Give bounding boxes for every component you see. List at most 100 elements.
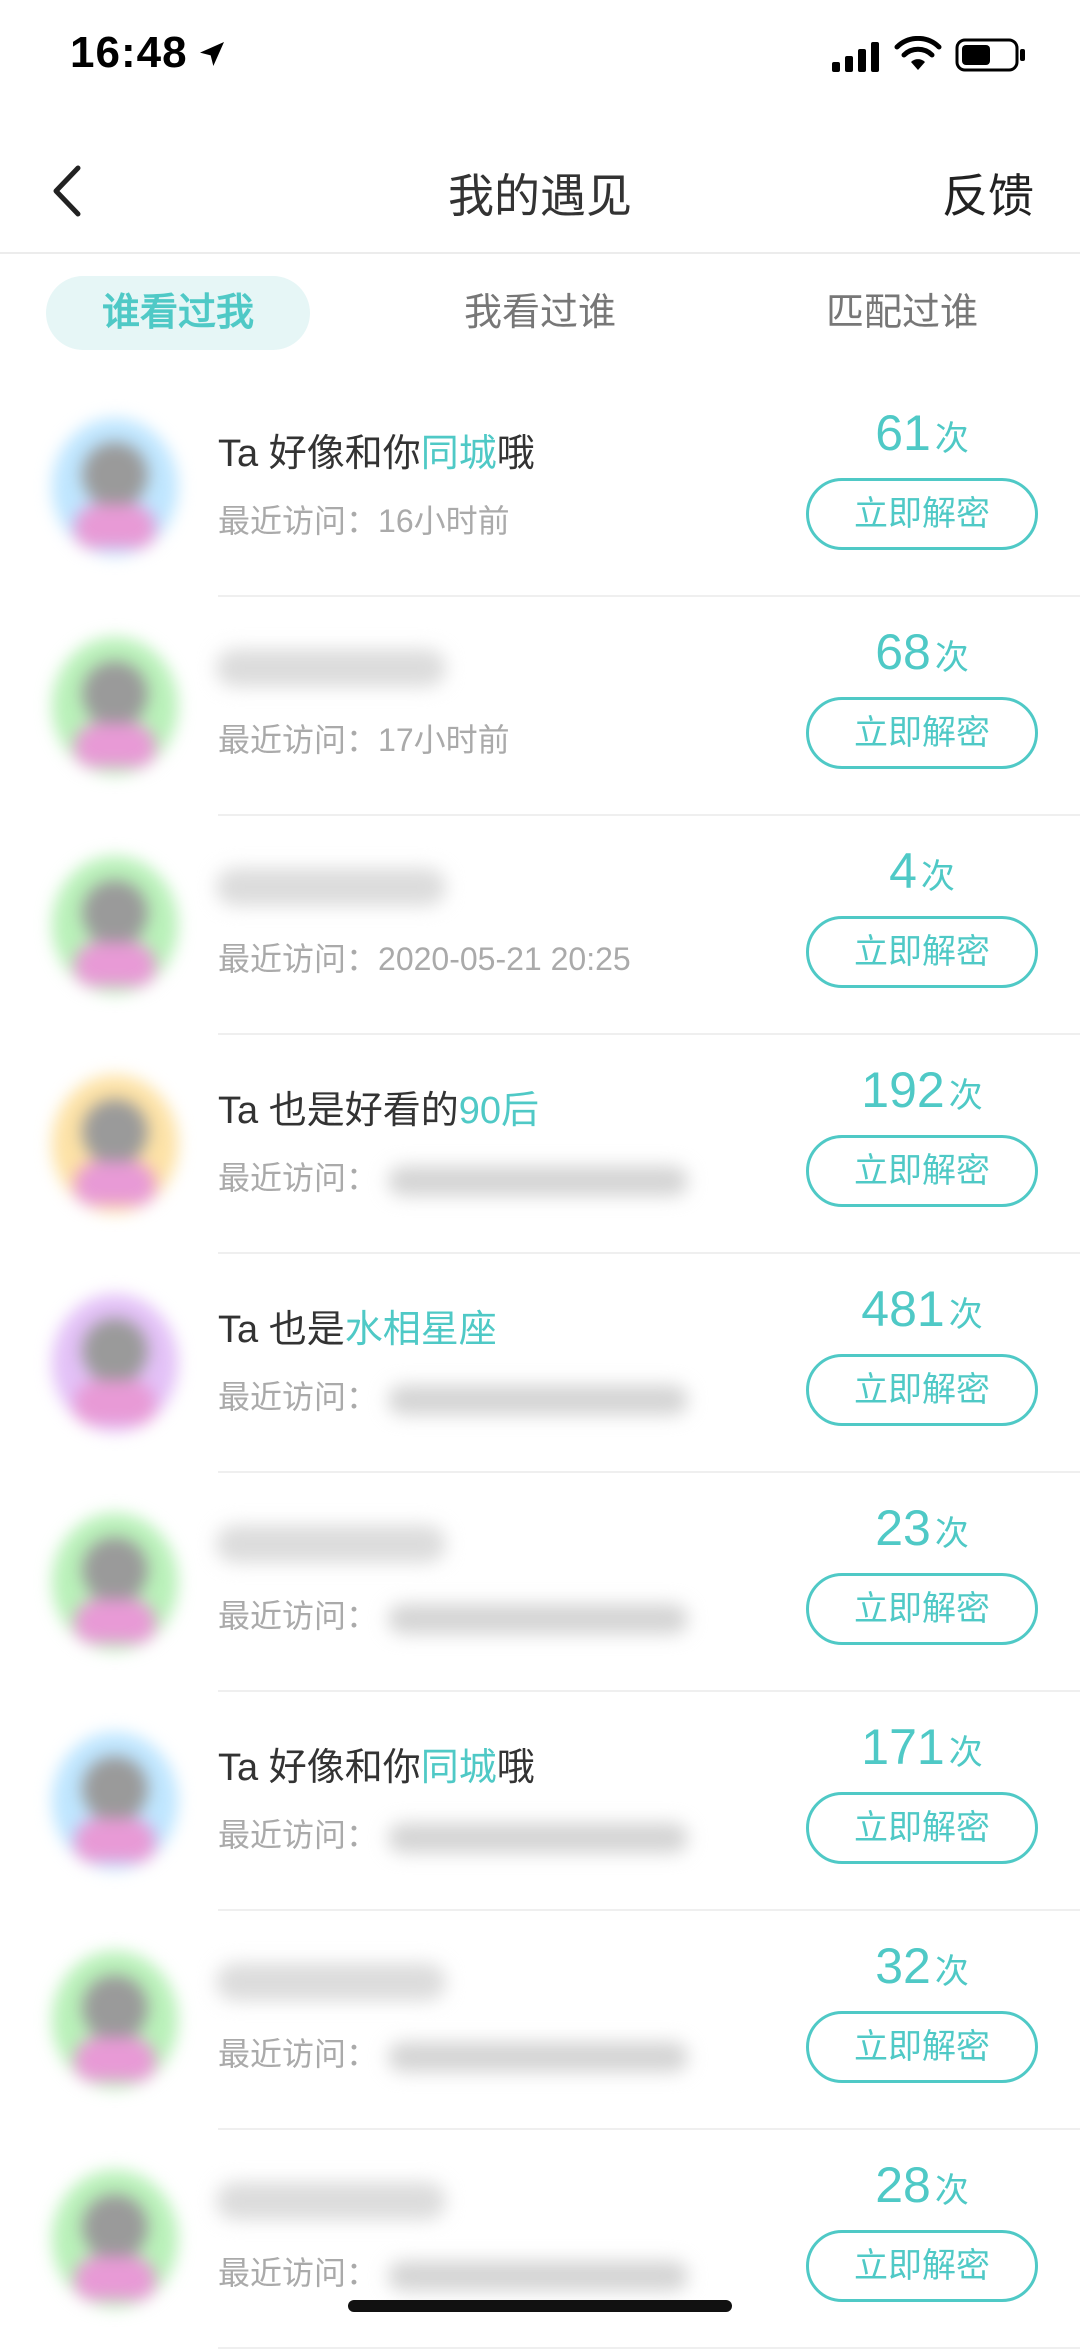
visit-count-number: 32 bbox=[875, 1938, 931, 1994]
nav-bar: 我的遇见 反馈 bbox=[0, 130, 1080, 254]
visit-count: 32 次 bbox=[806, 1937, 1038, 1995]
feedback-button[interactable]: 反馈 bbox=[942, 160, 1034, 226]
blurred-visit-time bbox=[388, 1603, 689, 1634]
visit-count-unit: 次 bbox=[934, 639, 969, 677]
hint-text: Ta 好像和你 bbox=[218, 433, 421, 475]
last-visit: 最近访问： bbox=[218, 1372, 689, 1418]
visitor-list: Ta 好像和你同城哦 最近访问：16小时前 61 次立即解密 最近访问：17小时前 68 次… bbox=[0, 378, 1080, 2349]
unlock-button[interactable]: 立即解密 bbox=[806, 697, 1038, 769]
unlock-button[interactable]: 立即解密 bbox=[806, 2230, 1038, 2302]
hint-text: Ta 也是 bbox=[218, 1309, 345, 1351]
list-item[interactable]: Ta 也是水相星座最近访问： 481 次立即解密 bbox=[0, 1254, 1080, 1473]
last-visit: 最近访问：16小时前 bbox=[218, 496, 510, 542]
blurred-visit-time bbox=[388, 1165, 689, 1196]
blurred-name bbox=[216, 1963, 446, 2001]
last-visit-label: 最近访问： bbox=[218, 2255, 379, 2291]
visit-count-number: 171 bbox=[861, 1719, 945, 1775]
visit-count-unit: 次 bbox=[934, 420, 969, 458]
avatar[interactable] bbox=[52, 1075, 178, 1213]
visit-count-unit: 次 bbox=[934, 1953, 969, 1991]
visit-count-number: 4 bbox=[889, 843, 917, 899]
visit-count: 171 次 bbox=[806, 1718, 1038, 1776]
last-visit: 最近访问： bbox=[218, 2248, 689, 2294]
last-visit: 最近访问： bbox=[218, 2029, 689, 2075]
avatar[interactable] bbox=[52, 2170, 178, 2308]
visit-count-unit: 次 bbox=[934, 2172, 969, 2210]
avatar[interactable] bbox=[52, 418, 178, 556]
last-visit-label: 最近访问： bbox=[218, 2036, 379, 2072]
last-visit-label: 最近访问： bbox=[218, 1817, 379, 1853]
tab-who-matched[interactable]: 匹配过谁 bbox=[770, 276, 1034, 350]
visit-count: 23 次 bbox=[806, 1499, 1038, 1557]
blurred-name bbox=[216, 649, 446, 687]
last-visit-label: 最近访问： bbox=[218, 1379, 379, 1415]
page-title: 我的遇见 bbox=[448, 170, 632, 222]
avatar[interactable] bbox=[52, 1294, 178, 1432]
tab-who-i-viewed[interactable]: 我看过谁 bbox=[408, 276, 672, 350]
visit-count-number: 192 bbox=[861, 1062, 945, 1118]
visit-count-unit: 次 bbox=[948, 1296, 983, 1334]
unlock-button[interactable]: 立即解密 bbox=[806, 2011, 1038, 2083]
blurred-visit-time bbox=[388, 1822, 689, 1853]
home-indicator[interactable] bbox=[348, 2300, 732, 2312]
list-item[interactable]: Ta 也是好看的90后最近访问： 192 次立即解密 bbox=[0, 1035, 1080, 1254]
visit-count: 481 次 bbox=[806, 1280, 1038, 1338]
last-visit: 最近访问： bbox=[218, 1810, 689, 1856]
last-visit-time: 16小时前 bbox=[378, 503, 510, 539]
avatar[interactable] bbox=[52, 1513, 178, 1651]
list-item[interactable]: 最近访问： 23 次立即解密 bbox=[0, 1473, 1080, 1692]
cellular-signal-icon bbox=[832, 42, 879, 72]
visitor-hint: Ta 好像和你同城哦 bbox=[218, 1736, 535, 1791]
visit-count-number: 481 bbox=[861, 1281, 945, 1337]
unlock-button[interactable]: 立即解密 bbox=[806, 916, 1038, 988]
last-visit-label: 最近访问： bbox=[218, 503, 379, 539]
list-item[interactable]: 最近访问： 32 次立即解密 bbox=[0, 1911, 1080, 2130]
visitor-hint: Ta 好像和你同城哦 bbox=[218, 422, 535, 477]
hint-highlight: 同城 bbox=[420, 433, 497, 475]
blurred-name bbox=[216, 1525, 446, 1563]
visit-count: 28 次 bbox=[806, 2156, 1038, 2214]
blurred-visit-time bbox=[388, 1384, 689, 1415]
list-item[interactable]: 最近访问： 28 次立即解密 bbox=[0, 2130, 1080, 2349]
list-item[interactable]: Ta 好像和你同城哦 最近访问：16小时前 61 次立即解密 bbox=[0, 378, 1080, 597]
visitor-hint: Ta 也是好看的90后 bbox=[218, 1079, 539, 1134]
visit-count-unit: 次 bbox=[920, 858, 955, 896]
last-visit-time: 2020-05-21 20:25 bbox=[378, 941, 631, 977]
hint-text: Ta 也是好看的 bbox=[218, 1090, 459, 1132]
last-visit: 最近访问：17小时前 bbox=[218, 715, 510, 761]
avatar[interactable] bbox=[52, 637, 178, 775]
list-item[interactable]: Ta 好像和你同城哦最近访问： 171 次立即解密 bbox=[0, 1692, 1080, 1911]
unlock-button[interactable]: 立即解密 bbox=[806, 1573, 1038, 1645]
avatar[interactable] bbox=[52, 1951, 178, 2089]
list-item[interactable]: 最近访问：2020-05-21 20:25 4 次立即解密 bbox=[0, 816, 1080, 1035]
tab-who-viewed-me[interactable]: 谁看过我 bbox=[46, 276, 310, 350]
last-visit: 最近访问：2020-05-21 20:25 bbox=[218, 934, 631, 980]
hint-highlight: 同城 bbox=[420, 1747, 497, 1789]
unlock-button[interactable]: 立即解密 bbox=[806, 1792, 1038, 1864]
visit-count-unit: 次 bbox=[948, 1734, 983, 1772]
avatar[interactable] bbox=[52, 856, 178, 994]
blurred-name bbox=[216, 868, 446, 906]
visit-count: 192 次 bbox=[806, 1061, 1038, 1119]
unlock-button[interactable]: 立即解密 bbox=[806, 1354, 1038, 1426]
visitor-hint: Ta 也是水相星座 bbox=[218, 1298, 497, 1353]
visit-count: 4次 bbox=[806, 842, 1038, 900]
hint-text: Ta 好像和你 bbox=[218, 1747, 421, 1789]
last-visit-label: 最近访问： bbox=[218, 722, 379, 758]
tab-bar: 谁看过我 我看过谁 匹配过谁 bbox=[0, 256, 1080, 376]
blurred-name bbox=[216, 2182, 446, 2220]
list-item[interactable]: 最近访问：17小时前 68 次立即解密 bbox=[0, 597, 1080, 816]
avatar[interactable] bbox=[52, 1732, 178, 1870]
hint-highlight: 90后 bbox=[458, 1090, 539, 1132]
visit-count-unit: 次 bbox=[948, 1077, 983, 1115]
wifi-icon bbox=[894, 36, 942, 70]
unlock-button[interactable]: 立即解密 bbox=[806, 1135, 1038, 1207]
visit-count-number: 23 bbox=[875, 1500, 931, 1556]
last-visit-label: 最近访问： bbox=[218, 1598, 379, 1634]
unlock-button[interactable]: 立即解密 bbox=[806, 478, 1038, 550]
visit-count: 68 次 bbox=[806, 623, 1038, 681]
visit-count-number: 68 bbox=[875, 624, 931, 680]
last-visit-label: 最近访问： bbox=[218, 941, 379, 977]
last-visit-label: 最近访问： bbox=[218, 1160, 379, 1196]
blurred-visit-time bbox=[388, 2260, 689, 2291]
